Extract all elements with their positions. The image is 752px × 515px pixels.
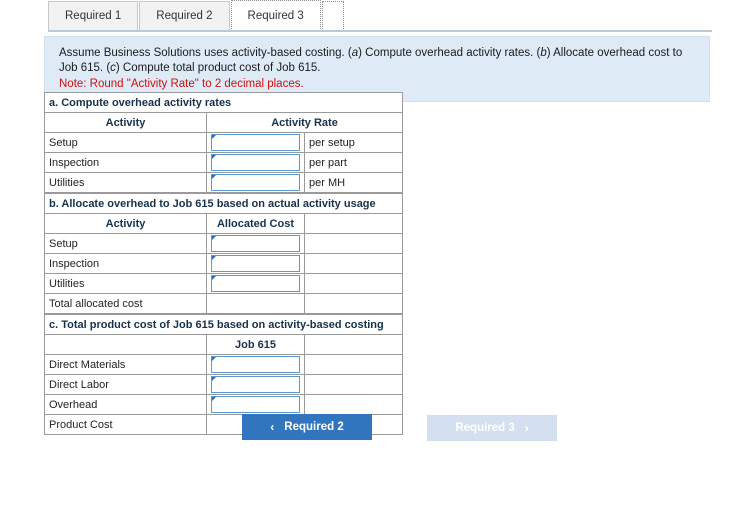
section-b-label-utilities: Utilities [44, 273, 207, 294]
navigation-buttons: ‹ Required 2 Required 3 › [242, 414, 558, 441]
section-c-header-job: Job 615 [206, 334, 305, 355]
section-a-title-row: a. Compute overhead activity rates [43, 92, 404, 113]
worksheet-tables: a. Compute overhead activity rates Activ… [43, 92, 404, 435]
section-c-input-cell-direct-labor [206, 374, 305, 395]
chevron-right-icon: › [524, 421, 529, 435]
section-a-label-setup: Setup [44, 132, 207, 153]
section-c-label-direct-materials: Direct Materials [44, 354, 207, 375]
next-required-button[interactable]: Required 3 › [427, 415, 558, 441]
section-a-input-cell-inspection [206, 152, 305, 173]
section-c-label-direct-labor: Direct Labor [44, 374, 207, 395]
section-a-rate-input-utilities[interactable] [211, 174, 300, 191]
section-a-header-rate: Activity Rate [205, 112, 404, 133]
tab-required-1[interactable]: Required 1 [48, 1, 139, 31]
section-b-label-inspection: Inspection [44, 253, 207, 274]
instruction-text-2: ) Compute overhead activity rates. ( [358, 47, 541, 59]
section-a-header-activity: Activity [44, 112, 207, 133]
section-c-empty-cell [303, 374, 404, 395]
tab-required-2[interactable]: Required 2 [139, 1, 230, 31]
table-row: Utilities [44, 273, 404, 294]
section-b-total-value [206, 293, 305, 314]
section-a-label-inspection: Inspection [44, 152, 207, 173]
section-b-input-cell-utilities [206, 273, 305, 294]
section-b-cost-input-inspection[interactable] [211, 255, 300, 272]
tab-label: Required 3 [247, 9, 304, 22]
next-button-label: Required 3 [455, 422, 515, 434]
section-b-empty-header [303, 213, 404, 234]
tab-required-3[interactable]: Required 3 [230, 0, 321, 31]
section-c-input-direct-materials[interactable] [211, 356, 300, 373]
section-b-table: b. Allocate overhead to Job 615 based on… [43, 193, 404, 314]
section-a-unit-inspection: per part [303, 152, 404, 173]
section-b-header-activity: Activity [44, 213, 207, 234]
chevron-left-icon: ‹ [270, 420, 275, 434]
section-b-total-label: Total allocated cost [44, 293, 207, 314]
tab-underline [48, 30, 712, 32]
instruction-text-4: ) Compute total product cost of Job 615. [115, 62, 321, 74]
instruction-text-1: Assume Business Solutions uses activity-… [59, 47, 352, 59]
table-row: Direct Materials [44, 354, 404, 375]
section-b-empty-cell [303, 233, 404, 254]
section-b-input-cell-inspection [206, 253, 305, 274]
section-c-header-row: Job 615 [44, 334, 404, 355]
section-a-label-utilities: Utilities [44, 172, 207, 193]
section-a-input-cell-setup [206, 132, 305, 153]
section-b-title: b. Allocate overhead to Job 615 based on… [43, 193, 404, 214]
table-row: Direct Labor [44, 374, 404, 395]
table-row: Setup per setup [44, 132, 404, 153]
section-a-unit-setup: per setup [303, 132, 404, 153]
section-b-empty-cell [303, 293, 404, 314]
section-c-empty-header [303, 334, 404, 355]
section-b-header-row: Activity Allocated Cost [44, 213, 404, 234]
section-b-cost-input-utilities[interactable] [211, 275, 300, 292]
section-c-input-overhead[interactable] [211, 396, 300, 413]
section-c-header-blank [44, 334, 207, 355]
section-b-empty-cell [303, 253, 404, 274]
table-row: Utilities per MH [44, 172, 404, 193]
section-a-rate-input-inspection[interactable] [211, 154, 300, 171]
tab-overflow [321, 1, 344, 31]
section-c-empty-cell [303, 394, 404, 415]
section-a-title: a. Compute overhead activity rates [43, 92, 404, 113]
section-c-title: c. Total product cost of Job 615 based o… [43, 314, 404, 335]
section-b-title-row: b. Allocate overhead to Job 615 based on… [43, 193, 404, 214]
section-b-label-setup: Setup [44, 233, 207, 254]
section-a-table: a. Compute overhead activity rates Activ… [43, 92, 404, 193]
section-c-input-direct-labor[interactable] [211, 376, 300, 393]
required-tabs: Required 1 Required 2 Required 3 [48, 0, 345, 31]
section-a-input-cell-utilities [206, 172, 305, 193]
section-c-input-cell-direct-materials [206, 354, 305, 375]
section-a-rate-input-setup[interactable] [211, 134, 300, 151]
table-row: Inspection per part [44, 152, 404, 173]
section-c-total-label: Product Cost [44, 414, 207, 435]
section-c-empty-cell [303, 354, 404, 375]
section-a-unit-utilities: per MH [303, 172, 404, 193]
section-b-empty-cell [303, 273, 404, 294]
section-c-label-overhead: Overhead [44, 394, 207, 415]
table-row: Setup [44, 233, 404, 254]
section-c-title-row: c. Total product cost of Job 615 based o… [43, 314, 404, 335]
previous-button-label: Required 2 [284, 421, 344, 433]
previous-required-button[interactable]: ‹ Required 2 [242, 414, 372, 440]
rounding-note: Note: Round "Activity Rate" to 2 decimal… [59, 78, 304, 90]
table-row: Overhead [44, 394, 404, 415]
section-b-header-allocated: Allocated Cost [206, 213, 305, 234]
tab-label: Required 2 [156, 10, 213, 22]
section-c-input-cell-overhead [206, 394, 305, 415]
section-b-input-cell-setup [206, 233, 305, 254]
section-a-header-row: Activity Activity Rate [44, 112, 404, 133]
table-row-total: Total allocated cost [44, 293, 404, 314]
tab-label: Required 1 [65, 10, 122, 22]
section-b-cost-input-setup[interactable] [211, 235, 300, 252]
table-row: Inspection [44, 253, 404, 274]
